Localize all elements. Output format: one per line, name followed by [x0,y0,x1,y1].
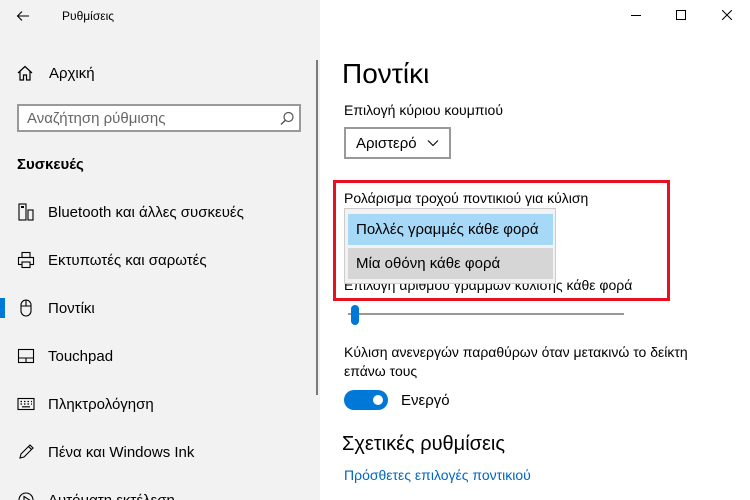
sidebar-item-label: Touchpad [48,347,114,365]
sidebar-item-touchpad[interactable]: Touchpad [0,336,316,376]
selected-indicator [0,298,5,318]
primary-button-label: Επιλογή κύριου κουμπιού [344,102,503,118]
sidebar-scrollbar[interactable] [316,60,318,395]
related-settings-title: Σχετικές ρυθμίσεις [342,433,505,455]
sidebar-item-printers[interactable]: Εκτυπωτές και σαρωτές [0,240,316,280]
inactive-scroll-toggle[interactable] [344,390,388,410]
home-nav-item[interactable]: Αρχική [0,58,320,88]
sidebar-item-typing[interactable]: Πληκτρολόγηση [0,384,316,424]
toggle-state-label: Ενεργό [401,392,450,409]
pen-icon [17,443,35,461]
home-label: Αρχική [49,64,95,82]
search-placeholder: Αναζήτηση ρύθμισης [27,109,166,127]
main-content: Ποντίκι Επιλογή κύριου κουμπιού Αριστερό… [320,0,750,500]
sidebar-item-bluetooth[interactable]: Bluetooth και άλλες συσκευές [0,192,316,232]
scroll-lines-slider-thumb[interactable] [350,305,359,325]
home-icon [15,64,35,82]
mouse-icon [17,299,35,317]
sidebar: Ρυθμίσεις Αρχική Αναζήτηση ρύθμισης Συσκ… [0,0,320,500]
search-icon [275,111,299,126]
sidebar-item-label: Πληκτρολόγηση [48,395,154,413]
scroll-lines-slider-track[interactable] [348,313,624,315]
sidebar-item-pen[interactable]: Πένα και Windows Ink [0,432,316,472]
back-button[interactable] [10,4,36,28]
app-title: Ρυθμίσεις [62,9,115,23]
bluetooth-icon [17,203,35,221]
sidebar-item-autoplay[interactable]: Αυτόματη εκτέλεση [0,480,316,500]
autoplay-icon [17,491,35,500]
printer-icon [17,251,35,269]
section-title: Συσκευές [17,156,84,173]
sidebar-item-label: Πένα και Windows Ink [48,443,195,461]
maximize-icon [676,10,686,20]
minimize-button[interactable] [613,0,659,30]
sidebar-item-label: Bluetooth και άλλες συσκευές [48,203,244,221]
close-icon [722,10,732,20]
keyboard-icon [17,397,35,411]
inactive-scroll-label: Κύλιση ανενεργών παραθύρων όταν μετακινώ… [344,344,688,379]
minimize-icon [631,15,641,16]
close-button[interactable] [704,0,750,30]
highlight-box [333,180,670,301]
primary-button-dropdown[interactable]: Αριστερό [344,127,451,159]
search-input[interactable]: Αναζήτηση ρύθμισης [17,104,301,132]
toggle-knob [373,395,383,405]
additional-mouse-options-link[interactable]: Πρόσθετες επιλογές ποντικιού [344,467,531,483]
chevron-down-icon [427,139,439,147]
back-arrow-icon [16,11,29,21]
page-title: Ποντίκι [342,58,430,89]
maximize-button[interactable] [658,0,704,30]
sidebar-item-mouse[interactable]: Ποντίκι [0,288,316,328]
primary-button-value: Αριστερό [356,134,417,152]
sidebar-item-label: Αυτόματη εκτέλεση [48,491,175,500]
sidebar-item-label: Εκτυπωτές και σαρωτές [48,251,207,269]
touchpad-icon [17,348,35,364]
sidebar-item-label: Ποντίκι [48,299,95,317]
